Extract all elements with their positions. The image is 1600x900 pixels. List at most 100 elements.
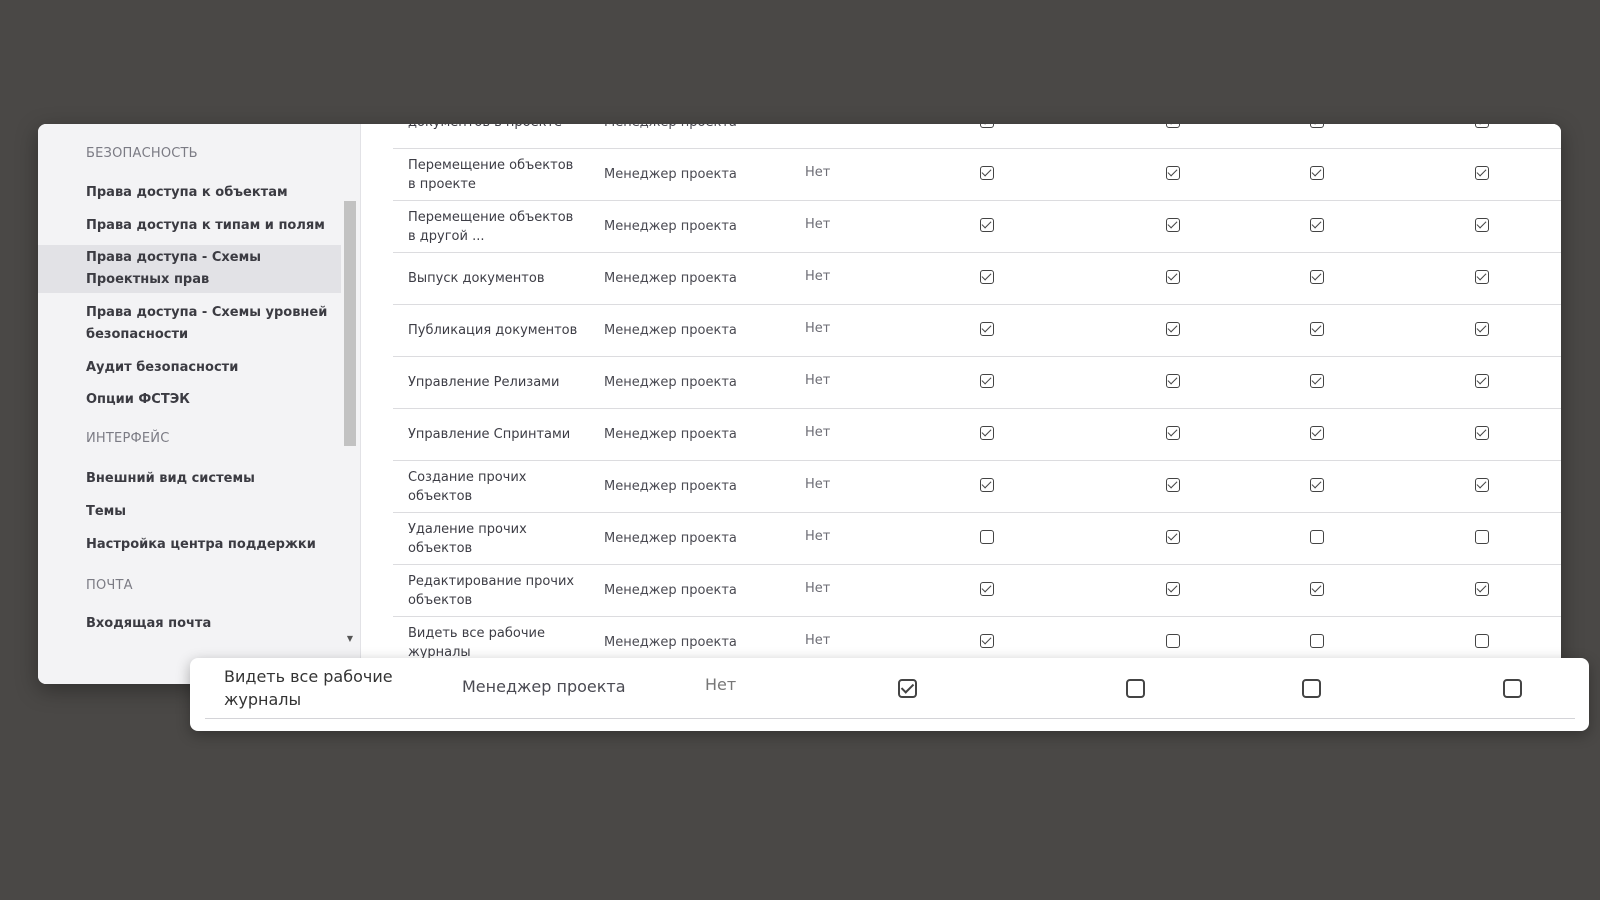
permission-flag: Нет <box>805 581 831 596</box>
permission-checkbox-4[interactable] <box>1475 166 1489 180</box>
sidebar-item-system-appearance[interactable]: Внешний вид системы <box>38 468 344 490</box>
permission-name: Управление Спринтами <box>408 427 571 442</box>
permission-name: Публикация документов <box>408 323 578 338</box>
permission-checkbox-2[interactable] <box>1166 374 1180 388</box>
permission-flag: Нет <box>805 217 831 232</box>
permission-flag: Нет <box>805 529 831 544</box>
permission-checkbox-3[interactable] <box>1310 270 1324 284</box>
zoomed-checkbox-1[interactable] <box>898 679 917 698</box>
permission-checkbox-1[interactable] <box>980 218 994 232</box>
table-row: Управление Спринтами Менеджер проекта Нет <box>393 409 1561 461</box>
permission-checkbox-1[interactable] <box>980 124 994 128</box>
permission-name: Удаление прочих объектов <box>408 521 527 556</box>
sidebar-item-security-audit[interactable]: Аудит безопасности <box>38 357 344 379</box>
permission-name: Редактирование прочих объектов <box>408 573 575 608</box>
permission-flag: Нет <box>805 321 831 336</box>
sidebar-item-incoming-mail[interactable]: Входящая почта <box>38 613 344 635</box>
sidebar-item-support-center-settings[interactable]: Настройка центра поддержки <box>38 534 344 556</box>
settings-window: БЕЗОПАСНОСТЬ Права доступа к объектам Пр… <box>38 124 1561 684</box>
table-row: Управление Релизами Менеджер проекта Нет <box>393 357 1561 409</box>
permission-checkbox-1[interactable] <box>980 322 994 336</box>
permission-name: Управление Релизами <box>408 375 560 390</box>
permission-checkbox-1[interactable] <box>980 530 994 544</box>
permission-checkbox-4[interactable] <box>1475 218 1489 232</box>
table-row: Перемещение объектов в другой ... Менедже… <box>393 201 1561 253</box>
permission-checkbox-3[interactable] <box>1310 218 1324 232</box>
permission-checkbox-4[interactable] <box>1475 634 1489 648</box>
sidebar-item-type-field-permissions[interactable]: Права доступа к типам и полям <box>38 215 344 237</box>
permission-role: Менеджер проекта <box>604 323 737 338</box>
permission-checkbox-4[interactable] <box>1475 426 1489 440</box>
table-row: Удаление прочих объектов Менеджер проекта… <box>393 513 1561 565</box>
permission-checkbox-2[interactable] <box>1166 166 1180 180</box>
permission-checkbox-2[interactable] <box>1166 218 1180 232</box>
sidebar-item-object-permissions[interactable]: Права доступа к объектам <box>38 182 344 204</box>
section-mail-title: ПОЧТА <box>86 578 133 593</box>
zoomed-checkbox-4[interactable] <box>1503 679 1522 698</box>
permission-flag: Нет <box>805 633 831 648</box>
permission-checkbox-1[interactable] <box>980 478 994 492</box>
zoomed-permission-name: Видеть все рабочие журналы <box>224 667 393 709</box>
permission-flag: Нет <box>805 425 831 440</box>
permissions-table: документов в проектеМенеджер проектаНетП… <box>361 124 1561 684</box>
zoomed-flag: Нет <box>705 675 737 694</box>
permission-checkbox-2[interactable] <box>1166 478 1180 492</box>
permission-checkbox-4[interactable] <box>1475 478 1489 492</box>
sidebar-item-fstek-options[interactable]: Опции ФСТЭК <box>38 389 344 411</box>
table-row: документов в проекте Менеджер проекта Нет <box>393 124 1561 149</box>
zoomed-checkbox-2[interactable] <box>1126 679 1145 698</box>
permission-checkbox-1[interactable] <box>980 582 994 596</box>
permission-checkbox-4[interactable] <box>1475 530 1489 544</box>
permission-role: Менеджер проекта <box>604 375 737 390</box>
section-interface-title: ИНТЕРФЕЙС <box>86 431 170 446</box>
sidebar: БЕЗОПАСНОСТЬ Права доступа к объектам Пр… <box>38 124 361 684</box>
permission-checkbox-3[interactable] <box>1310 166 1324 180</box>
permission-checkbox-4[interactable] <box>1475 582 1489 596</box>
sidebar-item-project-permission-schemes[interactable]: Права доступа - Схемы Проектных прав <box>38 245 344 293</box>
permission-checkbox-3[interactable] <box>1310 322 1324 336</box>
permission-checkbox-3[interactable] <box>1310 634 1324 648</box>
permission-checkbox-4[interactable] <box>1475 270 1489 284</box>
permission-checkbox-2[interactable] <box>1166 582 1180 596</box>
permission-checkbox-3[interactable] <box>1310 478 1324 492</box>
permission-name: Выпуск документов <box>408 271 545 286</box>
scroll-down-arrow-icon[interactable]: ▼ <box>344 634 356 644</box>
permission-flag: Нет <box>805 373 831 388</box>
permission-checkbox-1[interactable] <box>980 166 994 180</box>
permission-checkbox-4[interactable] <box>1475 124 1489 128</box>
permission-checkbox-3[interactable] <box>1310 530 1324 544</box>
permission-role: Менеджер проекта <box>604 427 737 442</box>
permission-name: Перемещение объектов в другой ... <box>408 209 574 244</box>
permission-checkbox-1[interactable] <box>980 374 994 388</box>
permission-checkbox-3[interactable] <box>1310 582 1324 596</box>
permission-checkbox-1[interactable] <box>980 426 994 440</box>
permission-role: Менеджер проекта <box>604 167 737 182</box>
permission-role: Менеджер проекта <box>604 219 737 234</box>
permission-checkbox-2[interactable] <box>1166 124 1180 128</box>
permission-checkbox-3[interactable] <box>1310 426 1324 440</box>
permission-flag: Нет <box>805 269 831 284</box>
permission-checkbox-2[interactable] <box>1166 634 1180 648</box>
table-row: Перемещение объектов в проекте Менеджер п… <box>393 149 1561 201</box>
permission-checkbox-2[interactable] <box>1166 322 1180 336</box>
permission-checkbox-2[interactable] <box>1166 270 1180 284</box>
zoomed-row-callout: Видеть все рабочие журналы Менеджер прое… <box>190 658 1589 731</box>
permission-flag: Нет <box>805 477 831 492</box>
permission-checkbox-2[interactable] <box>1166 426 1180 440</box>
permission-name: Создание прочих объектов <box>408 469 527 504</box>
permission-checkbox-3[interactable] <box>1310 124 1324 128</box>
permission-checkbox-4[interactable] <box>1475 374 1489 388</box>
permission-flag: Нет <box>805 124 830 128</box>
permission-checkbox-2[interactable] <box>1166 530 1180 544</box>
zoomed-checkbox-3[interactable] <box>1302 679 1321 698</box>
sidebar-item-security-level-schemes[interactable]: Права доступа - Схемы уровней безопаснос… <box>38 302 344 346</box>
table-row: Публикация документов Менеджер проекта Нет <box>393 305 1561 357</box>
permission-flag: Нет <box>805 165 831 180</box>
permission-checkbox-1[interactable] <box>980 634 994 648</box>
permission-checkbox-1[interactable] <box>980 270 994 284</box>
permission-checkbox-3[interactable] <box>1310 374 1324 388</box>
zoomed-role: Менеджер проекта <box>462 677 626 696</box>
sidebar-item-themes[interactable]: Темы <box>38 501 344 523</box>
permission-checkbox-4[interactable] <box>1475 322 1489 336</box>
sidebar-scrollbar-thumb[interactable] <box>344 201 356 446</box>
